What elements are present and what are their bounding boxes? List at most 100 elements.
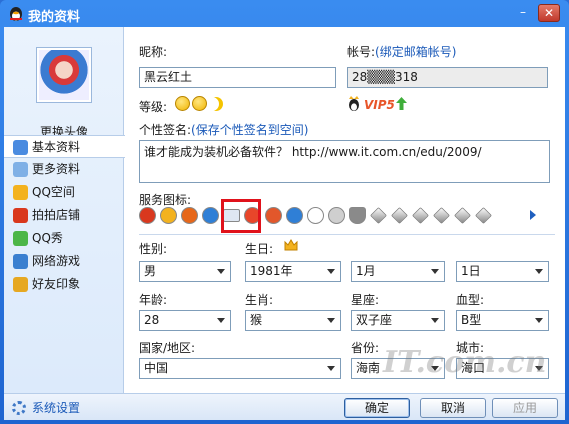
dropdown-arrow-icon bbox=[327, 366, 335, 371]
birthday-label: 生日: bbox=[245, 242, 274, 256]
moon-icon bbox=[209, 97, 223, 111]
love-icon[interactable] bbox=[307, 207, 324, 224]
gem-icon[interactable] bbox=[475, 207, 492, 224]
gold-coin-icon[interactable] bbox=[328, 207, 345, 224]
signature-input[interactable]: 谁才能成为装机必备软件？ http://www.it.com.cn/edu/20… bbox=[139, 140, 550, 183]
birth-year-value: 1981年 bbox=[250, 264, 293, 278]
qq-penguin-icon bbox=[10, 7, 22, 21]
qq-music-icon[interactable] bbox=[202, 207, 219, 224]
age-value: 28 bbox=[144, 313, 160, 327]
sidebar-item[interactable]: 基本资料 bbox=[4, 135, 125, 158]
service-icons-label: 服务图标: bbox=[139, 193, 192, 207]
sidebar-item[interactable]: 拍拍店铺 bbox=[4, 204, 124, 227]
dropdown-arrow-icon bbox=[431, 318, 439, 323]
dropdown-arrow-icon bbox=[217, 269, 225, 274]
zodiac-select[interactable]: 猴 bbox=[245, 310, 341, 331]
gear-icon bbox=[12, 401, 26, 415]
age-label: 年龄: bbox=[139, 293, 168, 307]
account-label: 帐号:(绑定邮箱帐号) bbox=[347, 43, 456, 60]
qzone-icon bbox=[13, 185, 28, 200]
section-divider bbox=[139, 234, 555, 235]
sidebar-item-label: 网络游戏 bbox=[32, 254, 81, 268]
mail-icon-highlight bbox=[221, 199, 261, 233]
sidebar-item-label: 拍拍店铺 bbox=[32, 208, 81, 222]
system-settings-label: 系统设置 bbox=[32, 401, 81, 415]
account-label-text: 帐号: bbox=[347, 45, 376, 59]
zodiac-label: 生肖: bbox=[245, 293, 274, 307]
vip-level-badge[interactable]: VIP5 bbox=[364, 98, 395, 112]
birth-day-value: 1日 bbox=[461, 264, 481, 278]
paipai-icon[interactable] bbox=[181, 207, 198, 224]
minimize-button[interactable]: – bbox=[512, 4, 534, 22]
cancel-button[interactable]: 取消 bbox=[420, 398, 486, 418]
age-select[interactable]: 28 bbox=[139, 310, 231, 331]
dropdown-arrow-icon bbox=[431, 269, 439, 274]
province-label: 省份: bbox=[351, 341, 380, 355]
country-value: 中国 bbox=[144, 361, 169, 375]
gem-icon[interactable] bbox=[412, 207, 429, 224]
level-up-arrow-icon bbox=[396, 97, 407, 110]
dropdown-arrow-icon bbox=[535, 269, 543, 274]
avatar[interactable] bbox=[36, 47, 92, 103]
blood-type-select[interactable]: B型 bbox=[456, 310, 549, 331]
system-settings-button[interactable]: 系统设置 bbox=[12, 399, 80, 417]
scroll-right-arrow-icon[interactable] bbox=[530, 210, 536, 220]
more-info-icon bbox=[13, 162, 28, 177]
gem-icon[interactable] bbox=[433, 207, 450, 224]
home-icon[interactable] bbox=[265, 207, 282, 224]
profile-window: 我的资料 – ✕ 更换头像 基本资料 更多资料 QQ空间 拍拍店铺 QQ秀 网络游戏 好友印… bbox=[0, 0, 569, 424]
birth-month-value: 1月 bbox=[356, 264, 376, 278]
gender-value: 男 bbox=[144, 264, 157, 278]
level-label: 等级: bbox=[139, 100, 168, 114]
vip-penguin-icon bbox=[349, 96, 359, 111]
country-label: 国家/地区: bbox=[139, 341, 196, 355]
sidebar-item-label: QQ空间 bbox=[32, 185, 75, 199]
nickname-input[interactable]: 黑云红土 bbox=[139, 67, 336, 88]
birth-day-select[interactable]: 1日 bbox=[456, 261, 549, 282]
category-nav: 基本资料更多资料 QQ空间拍拍店铺 QQ秀网络游戏好友印象 bbox=[4, 135, 125, 296]
gem-icon[interactable] bbox=[454, 207, 471, 224]
sidebar-item[interactable]: 网络游戏 bbox=[4, 250, 124, 273]
sun-icon bbox=[175, 96, 190, 111]
save-signature-link[interactable]: (保存个性签名到空间) bbox=[191, 123, 308, 137]
gem-icon[interactable] bbox=[370, 207, 387, 224]
constellation-select[interactable]: 双子座 bbox=[351, 310, 445, 331]
sidebar-item[interactable]: QQ秀 bbox=[4, 227, 124, 250]
close-button[interactable]: ✕ bbox=[538, 4, 560, 22]
paipai-shop-icon bbox=[13, 208, 28, 223]
sidebar-item[interactable]: 更多资料 bbox=[4, 158, 124, 181]
country-select[interactable]: 中国 bbox=[139, 358, 341, 379]
birth-month-select[interactable]: 1月 bbox=[351, 261, 445, 282]
blood-type-label: 血型: bbox=[456, 293, 485, 307]
blood-type-value: B型 bbox=[461, 313, 482, 327]
dropdown-arrow-icon bbox=[217, 318, 225, 323]
dropdown-arrow-icon bbox=[327, 269, 335, 274]
birthday-crown-icon bbox=[284, 239, 298, 251]
profile-main: 昵称: 黑云红土 帐号:(绑定邮箱帐号) 28▒▒▒318 等级: VIP5 个… bbox=[125, 27, 565, 393]
window-title: 我的资料 bbox=[28, 10, 81, 25]
gem-icon[interactable] bbox=[391, 207, 408, 224]
nickname-label: 昵称: bbox=[139, 45, 168, 59]
gender-select[interactable]: 男 bbox=[139, 261, 231, 282]
avatar-image bbox=[39, 50, 89, 100]
sidebar-item-label: 好友印象 bbox=[32, 277, 81, 291]
province-value: 海南 bbox=[356, 361, 381, 375]
apply-button[interactable]: 应用 bbox=[492, 398, 558, 418]
profile-card-icon bbox=[13, 140, 28, 155]
sidebar-item[interactable]: 好友印象 bbox=[4, 273, 124, 296]
ok-button[interactable]: 确定 bbox=[344, 398, 410, 418]
photo-icon[interactable] bbox=[286, 207, 303, 224]
sidebar-item-label: QQ秀 bbox=[32, 231, 63, 245]
sidebar-item-label: 更多资料 bbox=[32, 162, 81, 176]
left-panel: 更换头像 基本资料 更多资料 QQ空间 拍拍店铺 QQ秀 网络游戏 好友印象 bbox=[4, 27, 125, 393]
qzone-star-icon[interactable] bbox=[160, 207, 177, 224]
sidebar-item[interactable]: QQ空间 bbox=[4, 181, 124, 204]
level-icons[interactable] bbox=[175, 96, 223, 111]
qq-penguin-icon[interactable] bbox=[139, 207, 156, 224]
dropdown-arrow-icon bbox=[535, 318, 543, 323]
shield-icon[interactable] bbox=[349, 207, 366, 224]
birth-year-select[interactable]: 1981年 bbox=[245, 261, 341, 282]
bind-email-link[interactable]: (绑定邮箱帐号) bbox=[375, 45, 456, 59]
qqshow-icon bbox=[13, 231, 28, 246]
title-bar[interactable]: 我的资料 – ✕ bbox=[0, 0, 569, 27]
